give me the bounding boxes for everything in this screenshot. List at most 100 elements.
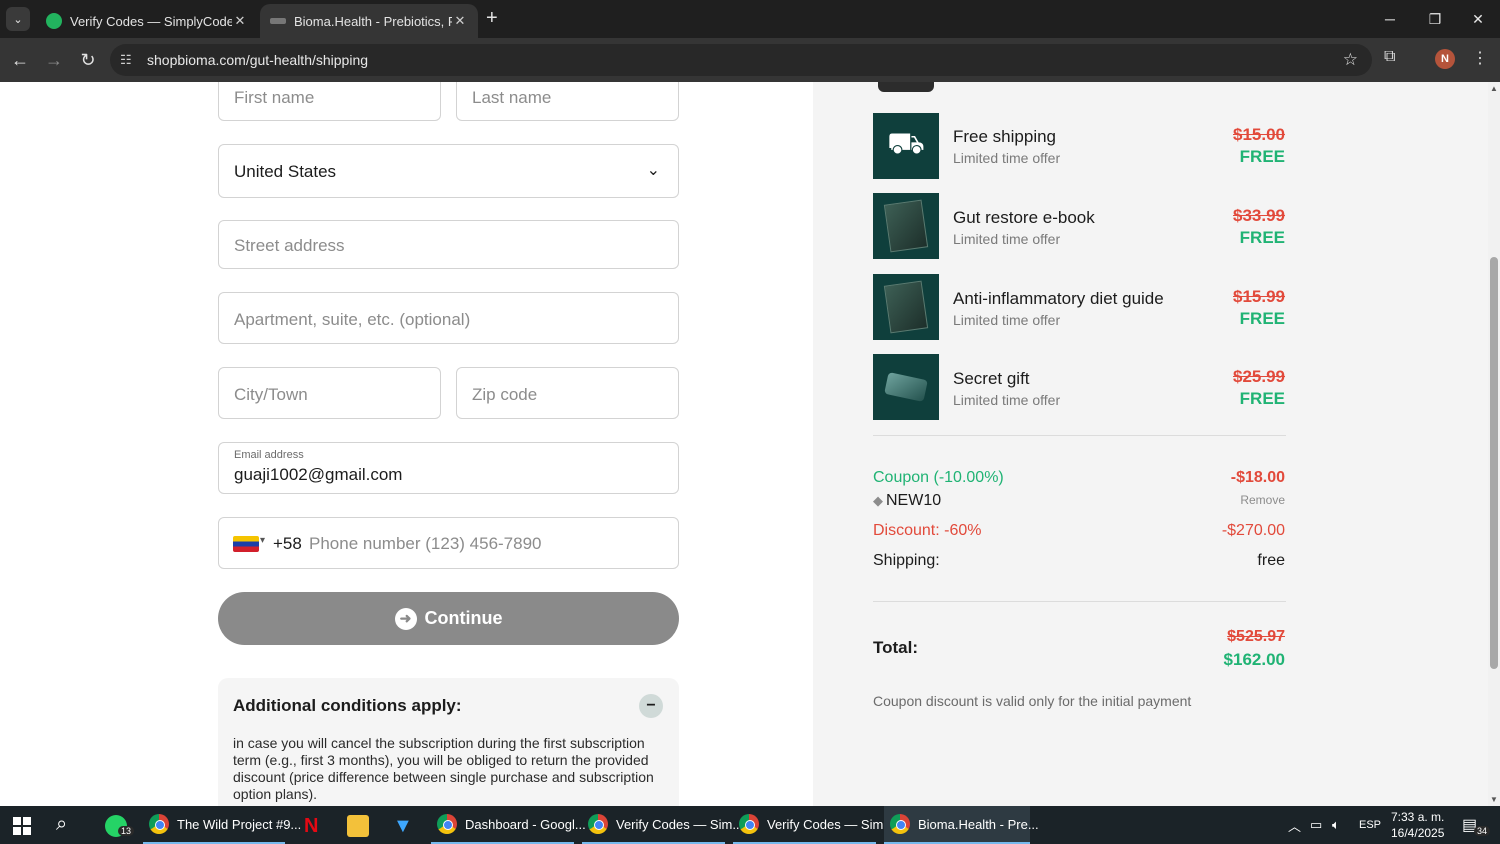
conditions-body: in case you will cancel the subscription… — [233, 735, 654, 802]
email-value: guaji1002@gmail.com — [234, 465, 403, 484]
chrome-icon — [890, 814, 910, 834]
profile-avatar[interactable]: N — [1435, 49, 1455, 69]
last-name-field[interactable]: Last name — [456, 82, 679, 121]
arrow-right-icon: ➜ — [394, 607, 417, 630]
scroll-up-icon[interactable]: ▲ — [1490, 84, 1498, 93]
taskbar-app-chrome[interactable]: Dashboard - Googl... — [431, 806, 586, 844]
summary-item-name: Gut restore e-book — [953, 208, 1095, 227]
gift-icon — [873, 354, 939, 420]
summary-item-old-price: $15.99 — [1233, 287, 1285, 306]
vpn-shield-icon[interactable]: ▼ — [393, 815, 415, 837]
page-scrollbar[interactable]: ▲ ▼ — [1488, 82, 1500, 806]
browser-tab-bar: ⌄ Verify Codes — SimplyCodes ✕ Bioma.Hea… — [0, 0, 1500, 38]
netflix-icon[interactable]: N — [304, 815, 326, 837]
book-icon — [873, 274, 939, 340]
summary-item-sub: Limited time offer — [953, 392, 1061, 408]
zip-field[interactable]: Zip code — [456, 367, 679, 419]
search-icon[interactable]: ⌕ — [56, 813, 67, 836]
notifications-icon[interactable]: ▤ — [1462, 806, 1477, 844]
volume-icon[interactable]: 🔈︎ — [1332, 806, 1340, 844]
conditions-title: Additional conditions apply: — [233, 696, 462, 715]
back-icon[interactable]: ← — [8, 48, 32, 72]
restore-icon[interactable]: ❐ — [1415, 6, 1455, 32]
product-thumb-partial — [878, 82, 934, 92]
clock[interactable]: 7:33 a. m. 16/4/2025 — [1391, 809, 1444, 841]
taskbar-app-chrome-active[interactable]: Bioma.Health - Pre... — [884, 806, 1039, 844]
shipping-label: Shipping: — [873, 552, 940, 569]
bookmark-star-icon[interactable]: ☆ — [1343, 50, 1358, 70]
summary-item-old-price: $33.99 — [1233, 206, 1285, 225]
remove-coupon-link[interactable]: Remove — [1240, 493, 1285, 507]
total-price: $162.00 — [1223, 650, 1285, 669]
apartment-field[interactable]: Apartment, suite, etc. (optional) — [218, 292, 679, 344]
url-text[interactable]: shopbioma.com/gut-health/shipping — [147, 52, 368, 68]
total-label: Total: — [873, 638, 919, 657]
tab-simplycodes[interactable]: Verify Codes — SimplyCodes ✕ — [36, 4, 258, 38]
total-old-price: $525.97 — [1227, 628, 1285, 645]
street-address-field[interactable]: Street address — [218, 220, 679, 269]
bioma-favicon-icon — [270, 18, 286, 24]
network-icon[interactable]: ▭ — [1310, 806, 1322, 844]
new-tab-icon[interactable]: + — [486, 8, 498, 28]
site-info-icon[interactable]: ☷ — [120, 52, 136, 68]
summary-item-sub: Limited time offer — [953, 150, 1061, 166]
taskbar-app-chrome[interactable]: The Wild Project #9... — [143, 806, 301, 844]
chrome-icon — [739, 814, 759, 834]
scroll-down-icon[interactable]: ▼ — [1490, 795, 1498, 804]
file-explorer-icon[interactable] — [347, 815, 369, 837]
email-label: Email address — [234, 449, 304, 461]
chevron-down-icon: ⌄ — [646, 162, 660, 179]
close-tab-icon[interactable]: ✕ — [452, 13, 468, 29]
minimize-icon[interactable]: ─ — [1370, 6, 1410, 32]
city-placeholder: City/Town — [234, 385, 308, 404]
first-name-field[interactable]: First name — [218, 82, 441, 121]
reload-icon[interactable]: ↻ — [76, 48, 100, 72]
caret-down-icon[interactable]: ▾ — [260, 535, 265, 546]
simplycodes-favicon-icon — [46, 13, 62, 29]
address-bar[interactable]: ☷ shopbioma.com/gut-health/shipping ☆ — [110, 44, 1372, 76]
scrollbar-thumb[interactable] — [1490, 257, 1498, 669]
discount-label: Discount: -60% — [873, 522, 982, 539]
summary-item-sub: Limited time offer — [953, 231, 1061, 247]
chrome-icon — [588, 814, 608, 834]
extensions-icon[interactable]: ⧉ — [1384, 48, 1395, 66]
summary-item-price: FREE — [1239, 147, 1285, 166]
email-field[interactable]: Email address guaji1002@gmail.com — [218, 442, 679, 494]
tab-bioma[interactable]: Bioma.Health - Prebiotics, Prob ✕ — [260, 4, 478, 38]
browser-menu-icon[interactable]: ⋮ — [1472, 48, 1488, 68]
taskbar-app-chrome[interactable]: Verify Codes — Sim... — [733, 806, 894, 844]
summary-item-sub: Limited time offer — [953, 312, 1061, 328]
country-select[interactable]: United States ⌄ — [218, 144, 679, 198]
dial-code: +58 — [273, 534, 302, 553]
city-field[interactable]: City/Town — [218, 367, 441, 419]
taskbar-app-label: The Wild Project #9... — [177, 816, 302, 832]
coupon-label: Coupon (-10.00%) — [873, 469, 1004, 486]
additional-conditions-panel: Additional conditions apply: − in case y… — [218, 678, 679, 806]
tab-search-icon[interactable]: ⌄ — [6, 7, 30, 31]
continue-button[interactable]: ➜ Continue — [218, 592, 679, 645]
clock-date: 16/4/2025 — [1391, 826, 1445, 840]
tray-chevron-icon[interactable]: ︿ — [1288, 806, 1301, 844]
phone-field[interactable]: ▾ +58 Phone number (123) 456-7890 — [218, 517, 679, 569]
coupon-amount: -$18.00 — [1230, 469, 1285, 486]
windows-start-icon[interactable] — [13, 817, 31, 835]
taskbar-app-chrome[interactable]: Verify Codes — Sim... — [582, 806, 743, 844]
chrome-icon — [149, 814, 169, 834]
forward-icon[interactable]: → — [42, 48, 66, 72]
summary-item-old-price: $15.00 — [1233, 125, 1285, 144]
summary-item-name: Free shipping — [953, 127, 1057, 146]
collapse-minus-icon[interactable]: − — [639, 694, 663, 718]
phone-placeholder: Phone number (123) 456-7890 — [309, 534, 542, 553]
language-indicator[interactable]: ESP — [1359, 806, 1381, 844]
continue-label: Continue — [424, 608, 503, 628]
venezuela-flag-icon[interactable] — [233, 536, 259, 552]
tab-title: Bioma.Health - Prebiotics, Prob — [294, 13, 452, 29]
summary-divider — [873, 435, 1286, 436]
taskbar-app-label: Verify Codes — Sim... — [767, 816, 895, 832]
summary-divider — [873, 601, 1286, 602]
notifications-badge: 34 — [1474, 826, 1491, 836]
close-tab-icon[interactable]: ✕ — [232, 13, 248, 29]
summary-item-price: FREE — [1239, 389, 1285, 408]
taskbar-app-label: Verify Codes — Sim... — [616, 816, 744, 832]
close-window-icon[interactable]: ✕ — [1458, 6, 1498, 32]
